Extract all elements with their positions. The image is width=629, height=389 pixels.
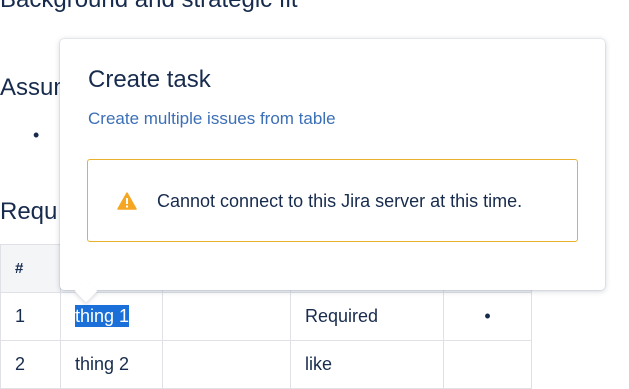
popup-title: Create task [88, 66, 211, 93]
create-multiple-issues-link[interactable]: Create multiple issues from table [88, 109, 336, 129]
create-task-popup: Create task Create multiple issues from … [60, 39, 605, 303]
row-number: 2 [0, 340, 61, 389]
table-row: 1 thing 1 Required • [0, 292, 532, 341]
row-notes-bullet: • [484, 306, 491, 326]
assumptions-bullet: • [33, 125, 40, 145]
row-title-cell[interactable]: thing 1 [60, 292, 163, 341]
warning-message: Cannot connect to this Jira server at th… [87, 159, 578, 242]
selected-row-title[interactable]: thing 1 [75, 305, 130, 327]
row-cell[interactable] [162, 340, 291, 389]
row-cell[interactable] [162, 292, 291, 341]
row-notes-cell[interactable] [443, 340, 532, 389]
column-header-number: # [0, 244, 61, 293]
warning-icon [117, 192, 137, 210]
background-heading: Background and strategic fit [0, 0, 298, 14]
row-priority[interactable]: like [290, 340, 444, 389]
row-priority[interactable]: Required [290, 292, 444, 341]
requirements-heading: Requ [0, 198, 58, 225]
warning-text: Cannot connect to this Jira server at th… [157, 191, 523, 211]
row-notes-cell[interactable]: • [443, 292, 532, 341]
table-row: 2 thing 2 like [0, 340, 532, 389]
row-number: 1 [0, 292, 61, 341]
row-title[interactable]: thing 2 [60, 340, 163, 389]
